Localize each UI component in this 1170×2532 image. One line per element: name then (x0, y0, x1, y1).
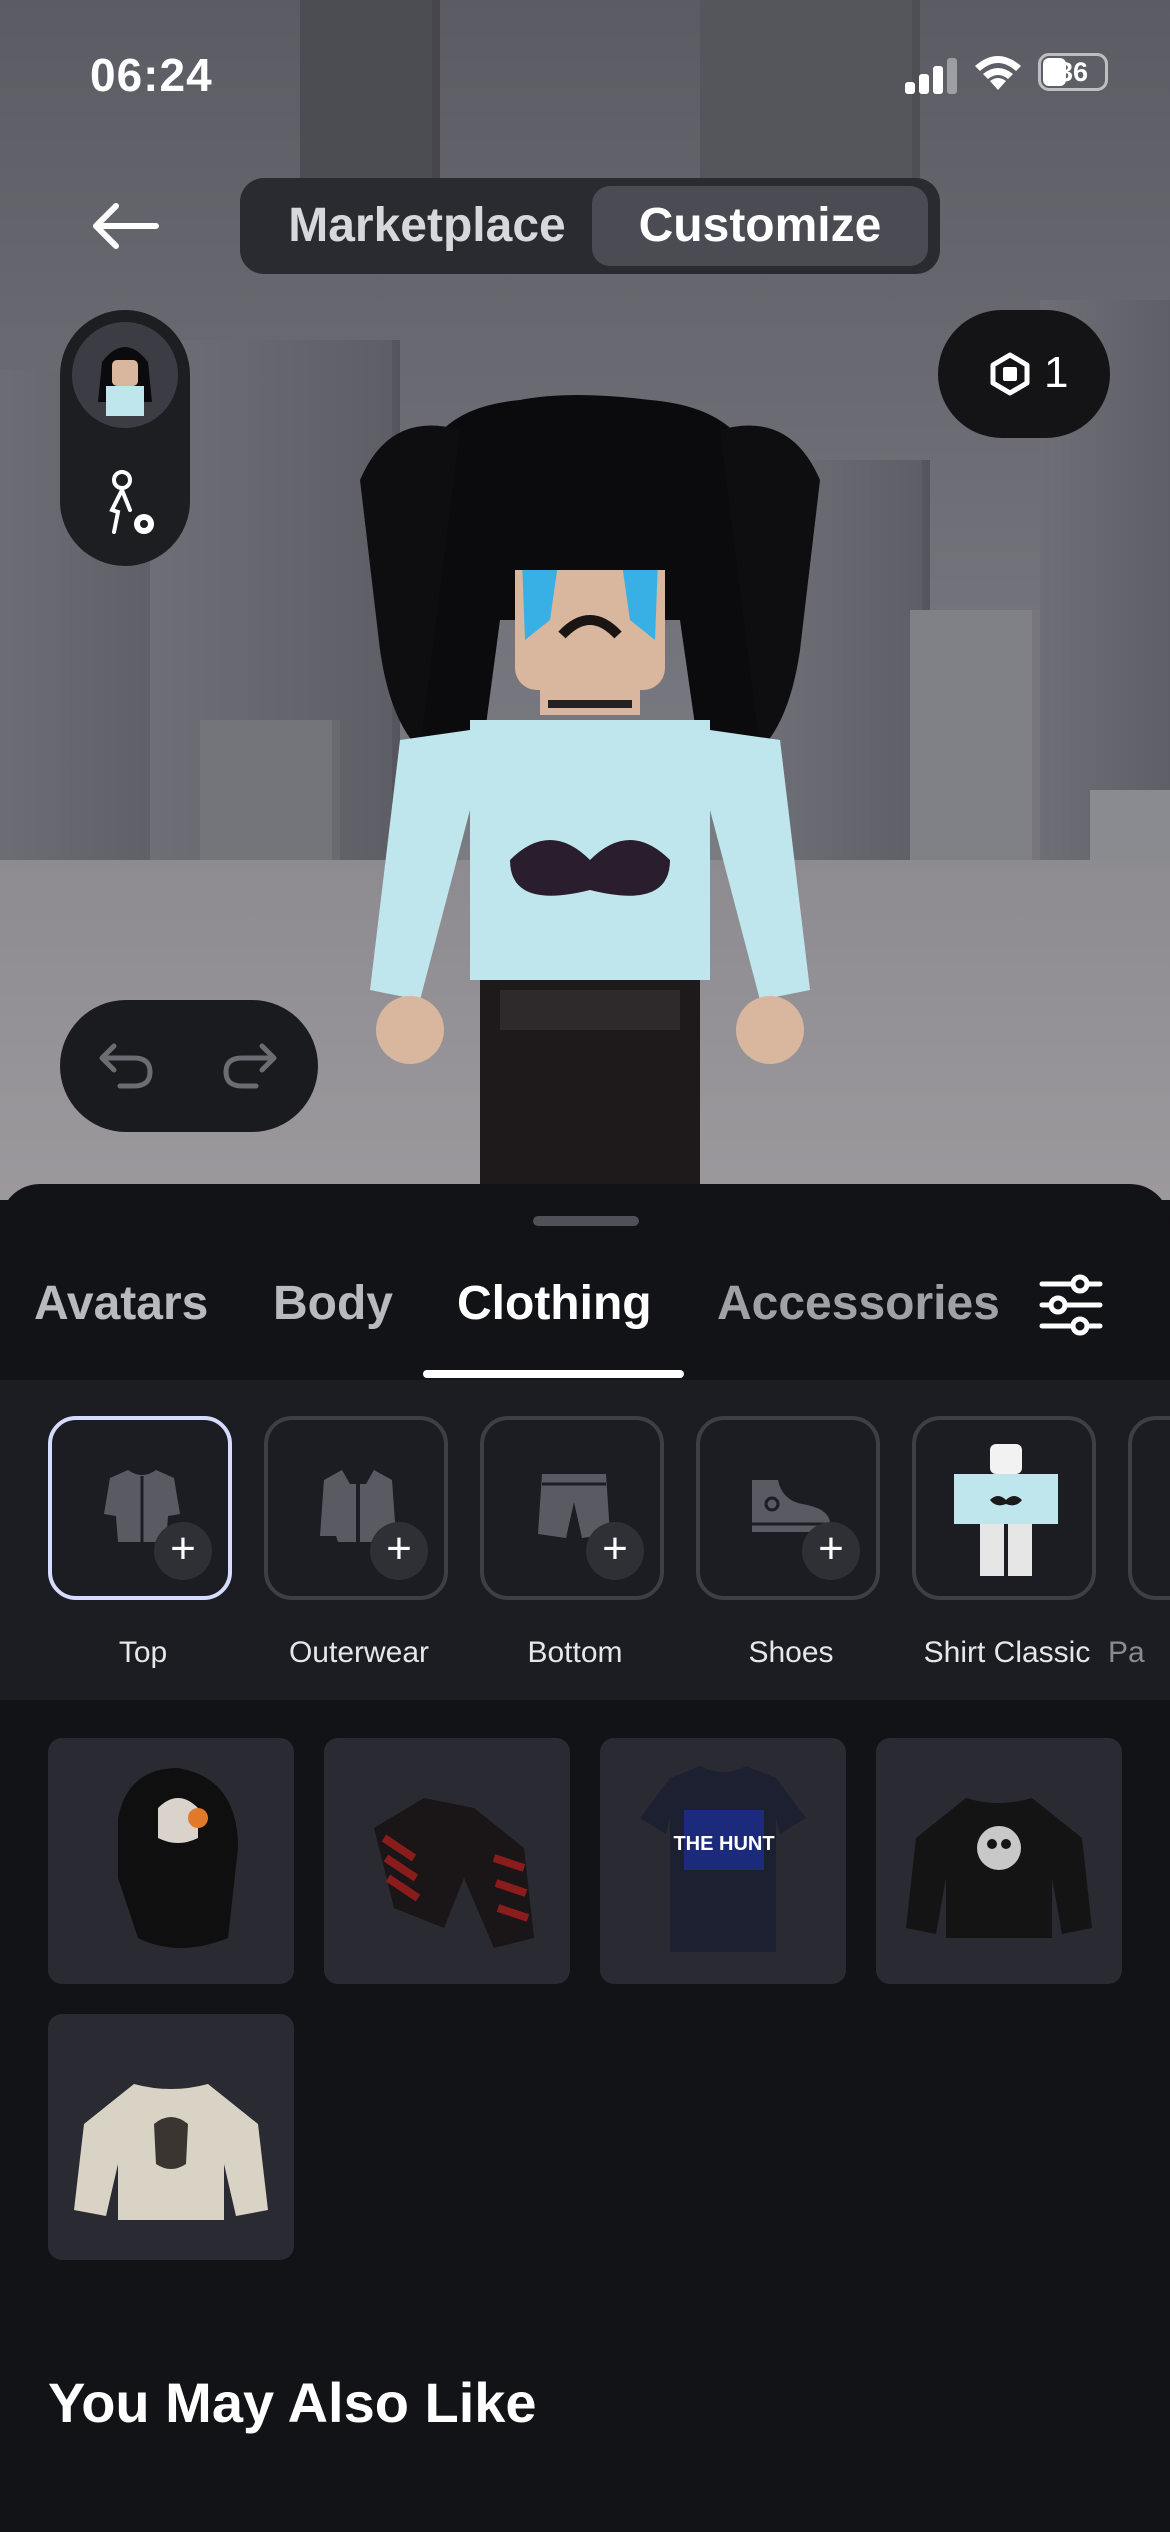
tab-avatars[interactable]: Avatars (34, 1276, 208, 1331)
robux-balance-button[interactable]: 1 (938, 310, 1110, 438)
status-bar: 06:24 36 (0, 0, 1170, 140)
item-tile[interactable]: THE HUNT (600, 1738, 846, 1984)
avatar-figure (360, 395, 820, 1200)
hunt-tshirt-thumbnail: THE HUNT (640, 1766, 806, 1952)
robux-icon (990, 352, 1030, 396)
item-tile[interactable] (324, 1738, 570, 1984)
category-label: Shirt Classic (923, 1636, 1091, 1669)
add-icon: + (586, 1522, 644, 1580)
hunt-logo-text: THE HUNT (673, 1833, 774, 1855)
redo-icon[interactable] (220, 1038, 280, 1094)
category-top[interactable]: + (48, 1416, 238, 1606)
cream-sweatshirt-thumbnail (74, 2084, 268, 2220)
category-partial[interactable] (1128, 1416, 1170, 1606)
clothing-category-strip: + Top + Outerwear + Bottom + Shoes Shirt… (0, 1380, 1170, 1700)
category-label: Bottom (527, 1636, 623, 1669)
black-sweatshirt-thumbnail (906, 1798, 1092, 1938)
battery-level: 36 (1057, 57, 1089, 87)
black-hoodie-thumbnail (118, 1768, 238, 1948)
undo-redo-panel (60, 1000, 318, 1132)
mode-segmented-control: Marketplace Customize (240, 178, 940, 274)
battery-icon: 36 (1038, 53, 1108, 91)
filter-sliders-icon[interactable] (1036, 1270, 1106, 1340)
avatar-settings-icon[interactable] (100, 470, 158, 540)
avatar-headshot-icon (98, 347, 152, 416)
category-shoes[interactable]: + (696, 1416, 886, 1606)
category-shirt-classic[interactable] (912, 1416, 1102, 1606)
tab-accessories[interactable]: Accessories (717, 1276, 1000, 1331)
back-arrow-icon[interactable] (86, 196, 166, 256)
item-tile[interactable] (48, 2014, 294, 2260)
add-icon: + (802, 1522, 860, 1580)
section-title: You May Also Like (48, 2371, 537, 2434)
category-bottom[interactable]: + (480, 1416, 670, 1606)
category-label: Pa (1108, 1636, 1145, 1669)
segment-marketplace[interactable]: Marketplace (254, 186, 600, 266)
striped-jacket-thumbnail (374, 1798, 534, 1948)
avatar-switcher-panel (60, 310, 190, 566)
sheet-drag-handle[interactable] (533, 1216, 639, 1226)
robux-count: 1 (1044, 348, 1069, 397)
wifi-icon (975, 56, 1021, 90)
status-time: 06:24 (90, 49, 213, 101)
tab-body[interactable]: Body (273, 1276, 393, 1331)
active-tab-indicator (423, 1370, 684, 1378)
add-icon: + (370, 1522, 428, 1580)
item-tile[interactable] (48, 1738, 294, 1984)
category-label: Top (118, 1636, 168, 1669)
category-label: Outerwear (288, 1636, 430, 1669)
category-outerwear[interactable]: + (264, 1416, 454, 1606)
classic-shirt-thumbnail (954, 1444, 1058, 1576)
add-icon: + (154, 1522, 212, 1580)
avatar-thumbnail[interactable] (72, 322, 178, 428)
segment-customize[interactable]: Customize (592, 186, 928, 266)
cellular-signal-icon (905, 56, 965, 94)
undo-icon[interactable] (96, 1038, 156, 1094)
category-label: Shoes (748, 1636, 834, 1669)
item-tile[interactable] (876, 1738, 1122, 1984)
category-tabs: Avatars Body Clothing Accessories (0, 1248, 1170, 1378)
tab-clothing[interactable]: Clothing (457, 1276, 652, 1331)
